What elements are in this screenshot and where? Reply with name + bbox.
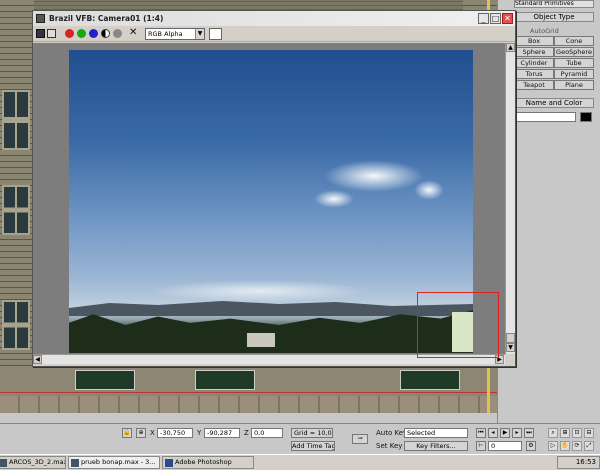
vertical-scrollbar[interactable]: ▲ ▼ (505, 43, 515, 354)
object-color-swatch[interactable] (580, 112, 592, 122)
set-key-label[interactable]: Set Key (376, 442, 402, 450)
absolute-mode-icon[interactable]: ⊕ (136, 428, 146, 438)
3dsmax-icon (71, 459, 79, 467)
ground-line (0, 392, 497, 393)
x-label: X (150, 429, 155, 437)
current-frame-field[interactable]: 0 (488, 441, 522, 451)
object-name-field[interactable] (514, 112, 576, 122)
pan-icon[interactable]: ✋ (560, 441, 570, 451)
geosphere-button[interactable]: GeoSphere (554, 47, 594, 57)
channel-dropdown[interactable]: RGB Alpha ▼ (145, 28, 205, 40)
key-mode-icon[interactable]: ⊢ (476, 441, 486, 451)
render-image (69, 50, 473, 353)
color-swatch[interactable] (209, 28, 222, 40)
status-bar: 🔒 ⊕ X -30,750 Y -90,287 Z 0,0 Grid = 10,… (0, 423, 600, 454)
save-icon[interactable] (36, 29, 45, 38)
cloud (324, 160, 424, 192)
paving (0, 396, 497, 413)
zoom-all-icon[interactable]: ⊞ (560, 428, 570, 438)
minimize-button[interactable]: _ (478, 13, 489, 24)
app-icon (36, 14, 45, 23)
object-type-rollout[interactable]: Object Type (514, 12, 594, 22)
next-frame-icon[interactable]: ▸ (512, 428, 522, 438)
alpha-channel-icon[interactable] (101, 29, 110, 38)
building-window (2, 90, 30, 150)
teapot-button[interactable]: Teapot (514, 80, 554, 90)
zoom-extents-all-icon[interactable]: ⊟ (584, 428, 594, 438)
add-time-tag-button[interactable]: Add Time Tag (291, 441, 335, 451)
lock-icon[interactable]: 🔒 (122, 428, 132, 438)
y-coordinate-field[interactable]: -90,287 (204, 428, 240, 438)
key-filters-button[interactable]: Key Filters... (404, 441, 468, 451)
tube-button[interactable]: Tube (554, 58, 594, 68)
maximize-viewport-icon[interactable]: ⤢ (584, 441, 594, 451)
play-icon[interactable]: ▶ (500, 428, 510, 438)
z-label: Z (244, 429, 249, 437)
selection-set-dropdown[interactable]: Selected (404, 428, 468, 438)
photoshop-icon (165, 459, 173, 467)
red-channel-icon[interactable] (65, 29, 74, 38)
vfb-toolbar: ✕ RGB Alpha ▼ (33, 26, 515, 42)
scroll-thumb[interactable] (506, 333, 515, 343)
pyramid-button[interactable]: Pyramid (554, 69, 594, 79)
cloud (414, 180, 444, 200)
green-channel-icon[interactable] (77, 29, 86, 38)
cone-button[interactable]: Cone (554, 36, 594, 46)
taskbar-item-label: ARCOS_3D_2.max ... (9, 458, 66, 466)
scroll-left-icon[interactable]: ◀ (33, 355, 42, 364)
system-tray: 16:53 (557, 456, 600, 469)
box-button[interactable]: Box (514, 36, 554, 46)
time-config-icon[interactable]: ⚙ (526, 441, 536, 451)
scroll-down-icon[interactable]: ▼ (506, 343, 515, 352)
taskbar-item-label: Adobe Photoshop (175, 458, 232, 466)
grid-size-readout: Grid = 10,0 (291, 428, 333, 438)
field-of-view-icon[interactable]: ▷ (548, 441, 558, 451)
building-window (2, 185, 30, 235)
region-selection-rectangle[interactable] (417, 292, 499, 358)
cylinder-button[interactable]: Cylinder (514, 58, 554, 68)
close-button[interactable]: ✕ (502, 13, 513, 24)
building-window (400, 370, 460, 390)
chevron-down-icon: ▼ (195, 29, 204, 39)
taskbar: ARCOS_3D_2.max ... prueb bonap.max - 3..… (0, 454, 600, 470)
z-coordinate-field[interactable]: 0,0 (251, 428, 283, 438)
go-to-end-icon[interactable]: ⏭ (524, 428, 534, 438)
x-coordinate-field[interactable]: -30,750 (157, 428, 193, 438)
clock: 16:53 (575, 458, 596, 466)
house (247, 333, 275, 347)
key-icon[interactable]: ⊸ (352, 434, 368, 444)
torus-button[interactable]: Torus (514, 69, 554, 79)
channel-value: RGB Alpha (148, 30, 183, 38)
cloud (314, 190, 354, 208)
building-window (2, 300, 30, 350)
vfb-titlebar[interactable]: Brazil VFB: Camera01 (1:4) _ □ ✕ (33, 11, 515, 26)
plane-button[interactable]: Plane (554, 80, 594, 90)
clone-icon[interactable] (47, 29, 56, 38)
previous-frame-icon[interactable]: ◂ (488, 428, 498, 438)
name-color-rollout[interactable]: Name and Color (514, 98, 594, 108)
3dsmax-icon (0, 459, 7, 467)
window-title: Brazil VFB: Camera01 (1:4) (49, 14, 164, 23)
auto-key-label[interactable]: Auto Key (376, 429, 407, 437)
taskbar-item-label: prueb bonap.max - 3... (81, 458, 156, 466)
taskbar-item[interactable]: ARCOS_3D_2.max ... (0, 456, 66, 469)
blue-channel-icon[interactable] (89, 29, 98, 38)
go-to-start-icon[interactable]: ⏮ (476, 428, 486, 438)
zoom-icon[interactable]: ⌕ (548, 428, 558, 438)
scroll-up-icon[interactable]: ▲ (506, 43, 515, 52)
taskbar-item[interactable]: prueb bonap.max - 3... (68, 456, 160, 469)
zoom-extents-icon[interactable]: ⊡ (572, 428, 582, 438)
mono-icon[interactable] (113, 29, 122, 38)
sphere-button[interactable]: Sphere (514, 47, 554, 57)
y-label: Y (197, 429, 202, 437)
maximize-button[interactable]: □ (490, 13, 501, 24)
clear-icon[interactable]: ✕ (129, 28, 138, 38)
primitive-category-dropdown[interactable]: Standard Primitives (514, 0, 594, 8)
taskbar-item[interactable]: Adobe Photoshop (162, 456, 254, 469)
orbit-icon[interactable]: ⟳ (572, 441, 582, 451)
cloud (149, 280, 369, 302)
building-window (195, 370, 255, 390)
building-window (75, 370, 135, 390)
autogrid-checkbox[interactable]: AutoGrid (530, 27, 559, 35)
